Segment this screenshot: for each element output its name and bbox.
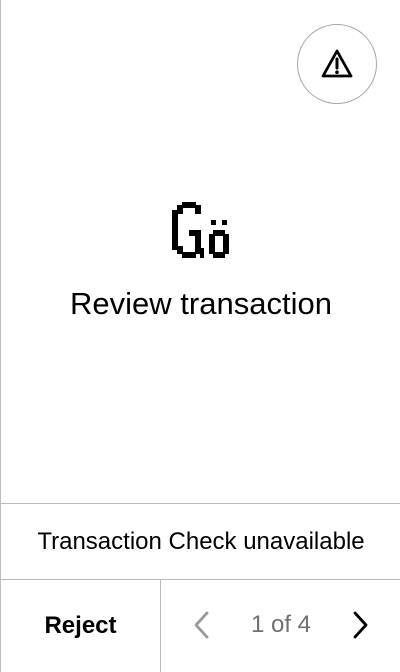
transaction-pager: 1 of 4 xyxy=(161,580,400,672)
app-logo: Gö xyxy=(172,202,229,258)
transaction-check-text: Transaction Check unavailable xyxy=(37,527,365,555)
page-indicator: 1 of 4 xyxy=(250,611,312,638)
reject-button[interactable]: Reject xyxy=(1,580,161,672)
chevron-left-icon xyxy=(192,610,210,640)
chevron-right-icon xyxy=(352,610,370,640)
previous-page-button[interactable] xyxy=(189,607,213,643)
next-page-button[interactable] xyxy=(349,607,373,643)
page-title: Review transaction xyxy=(70,286,332,321)
review-transaction-screen: Gö Review transaction Transaction Check … xyxy=(0,0,400,672)
warning-triangle-icon xyxy=(320,47,354,81)
transaction-footer: Reject 1 of 4 xyxy=(1,580,400,672)
warning-button[interactable] xyxy=(297,24,377,104)
transaction-summary: Gö Review transaction xyxy=(1,196,400,322)
transaction-check-status: Transaction Check unavailable xyxy=(1,503,400,580)
